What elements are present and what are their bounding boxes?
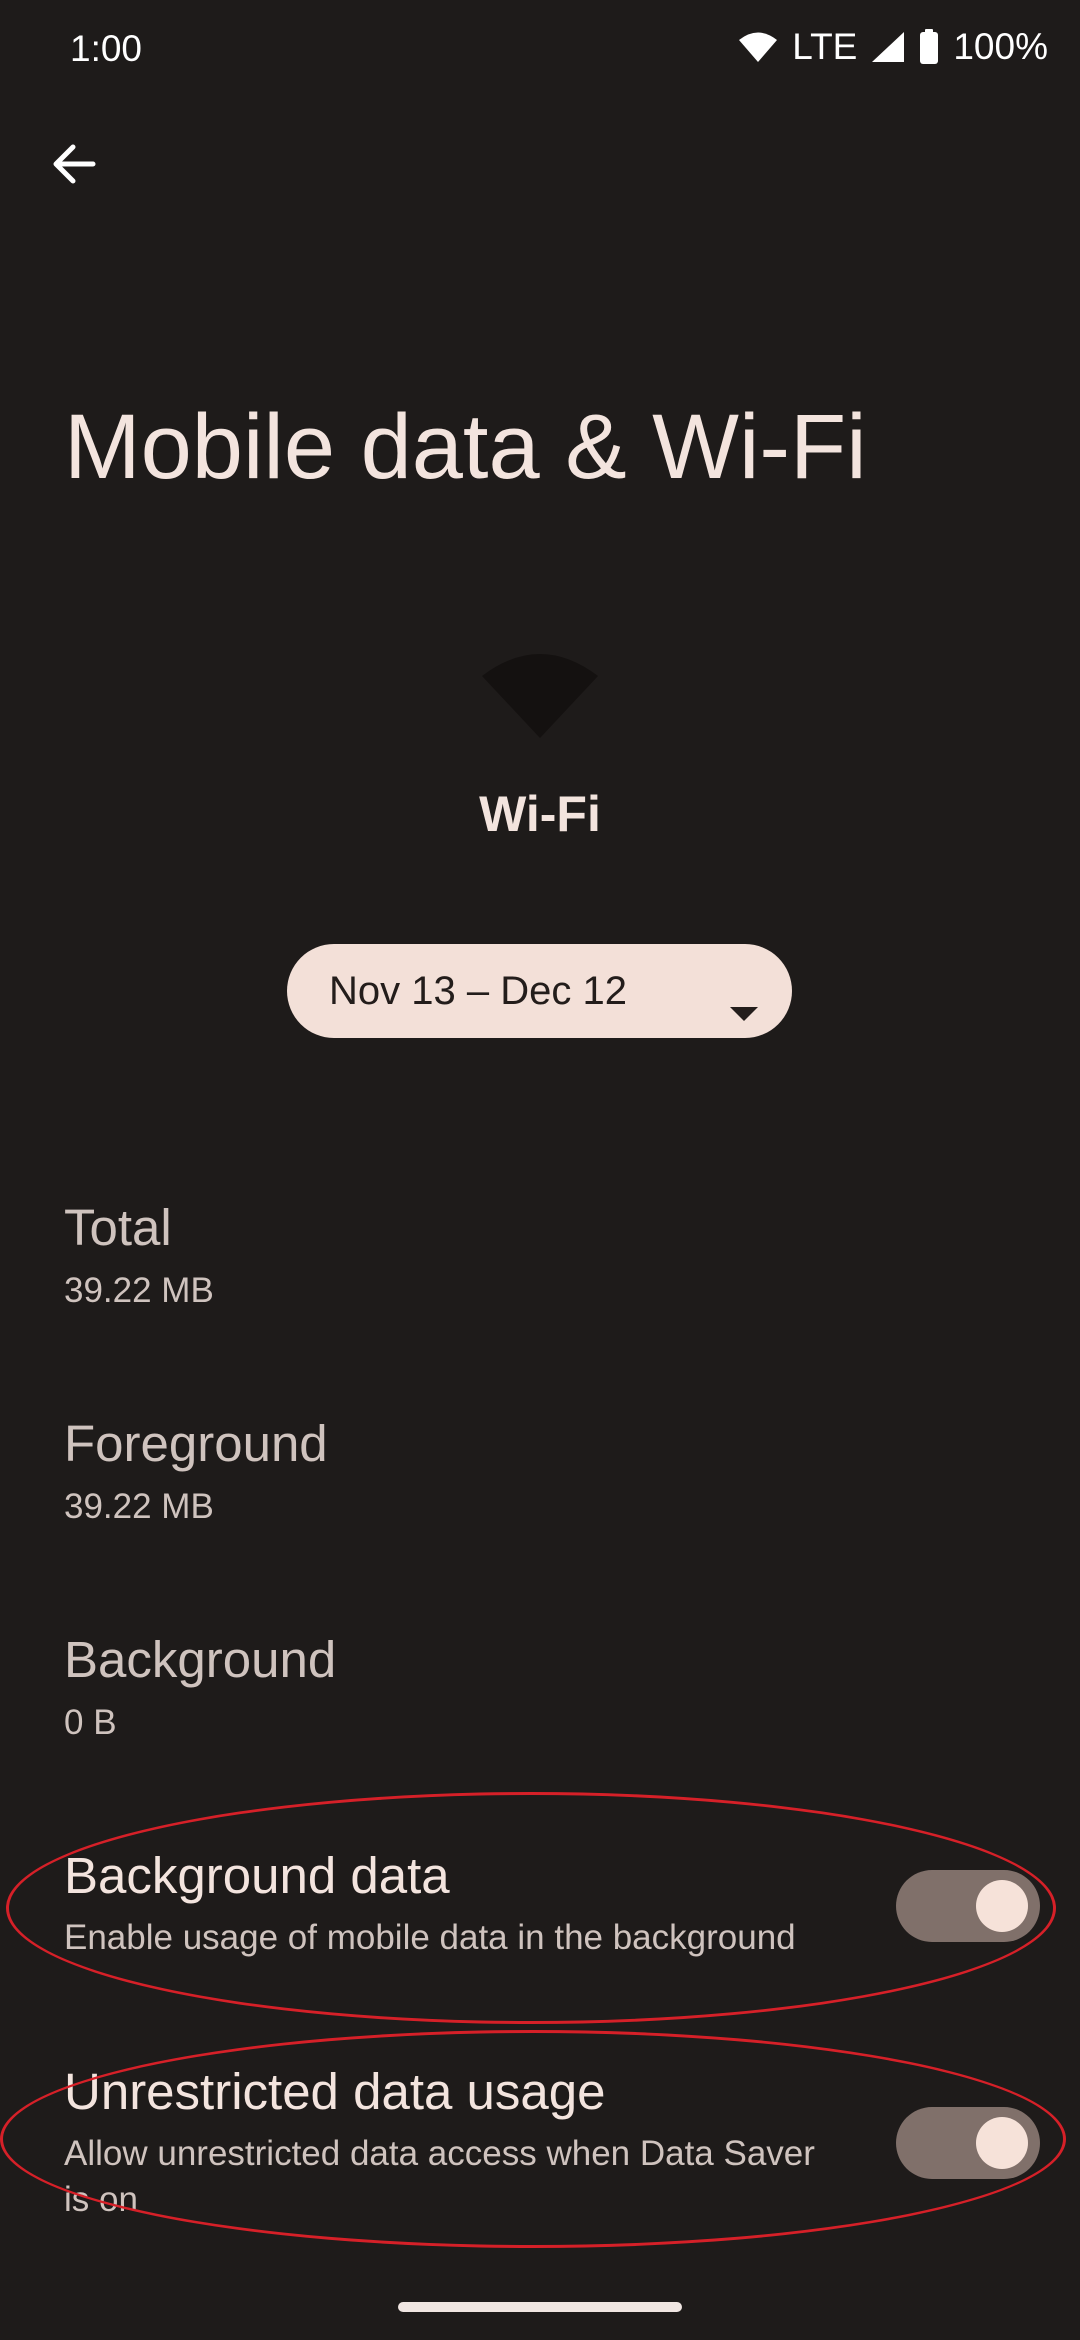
status-time: 1:00 <box>70 28 143 69</box>
status-icons: LTE 100% <box>738 26 1048 68</box>
cycle-dropdown[interactable]: Nov 13 – Dec 12 <box>287 944 792 1038</box>
annotation-ellipse <box>0 2030 1066 2248</box>
status-bar: 1:00 LTE 100% <box>0 0 1080 100</box>
stat-value: 39.22 MB <box>64 1271 214 1310</box>
stat-background: Background 0 B <box>64 1630 336 1743</box>
stat-value: 0 B <box>64 1703 117 1742</box>
wifi-icon <box>480 648 600 740</box>
stat-total: Total 39.22 MB <box>64 1198 214 1311</box>
battery-icon <box>919 29 939 65</box>
stat-label: Total <box>64 1199 172 1256</box>
stat-label: Background <box>64 1631 337 1688</box>
dropdown-caret-icon <box>730 986 758 1031</box>
back-button[interactable] <box>40 132 108 200</box>
app-name: Wi-Fi <box>479 786 601 842</box>
arrow-back-icon <box>51 141 97 192</box>
annotation-ellipse <box>6 1792 1056 2024</box>
home-indicator[interactable] <box>398 2302 682 2312</box>
battery-percent: 100% <box>953 26 1048 67</box>
page-title: Mobile data & Wi-Fi <box>64 396 867 498</box>
network-type: LTE <box>792 26 858 67</box>
stat-label: Foreground <box>64 1415 328 1472</box>
cycle-label: Nov 13 – Dec 12 <box>329 968 627 1013</box>
signal-icon <box>871 31 905 63</box>
stat-foreground: Foreground 39.22 MB <box>64 1414 328 1527</box>
stat-value: 39.22 MB <box>64 1487 214 1526</box>
wifi-icon <box>738 31 778 63</box>
